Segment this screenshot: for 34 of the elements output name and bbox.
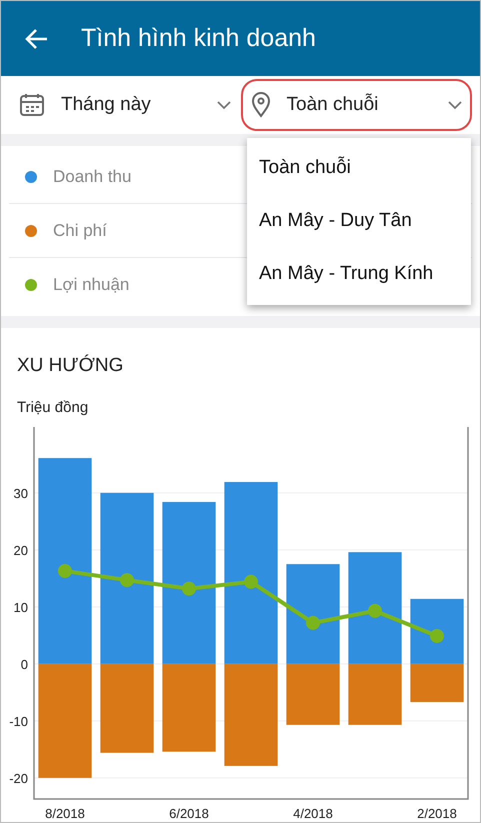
chevron-down-icon — [216, 100, 230, 110]
y-tick-label: 20 — [14, 542, 28, 558]
y-tick-label: 0 — [20, 656, 28, 672]
back-button[interactable] — [25, 28, 49, 50]
data-point — [182, 582, 196, 596]
calendar-icon — [19, 93, 45, 117]
data-point — [430, 628, 444, 643]
x-tick-label: 8/2018 — [45, 806, 85, 820]
menu-item[interactable]: Toàn chuỗi — [247, 142, 471, 195]
data-point — [244, 574, 258, 589]
data-point — [368, 604, 382, 618]
legend-label: Lợi nhuận — [53, 274, 130, 296]
axis-unit-label: Triệu đồng — [17, 398, 90, 418]
menu-item[interactable]: An Mây - Duy Tân — [247, 195, 471, 248]
chevron-down-icon — [448, 100, 462, 110]
location-selector[interactable]: Toàn chuỗi — [240, 79, 472, 131]
section-title: XU HƯỚNG — [17, 354, 124, 378]
page-title: Tình hình kinh doanh — [81, 22, 316, 54]
back-arrow-icon — [25, 28, 49, 50]
legend-label: Doanh thu — [53, 166, 132, 188]
data-point — [58, 564, 72, 578]
location-pin-icon — [250, 92, 270, 118]
x-tick-label: 4/2018 — [293, 806, 333, 820]
y-tick-label: 30 — [14, 486, 28, 501]
x-tick-label: 2/2018 — [417, 806, 457, 820]
y-tick-label: -10 — [9, 714, 28, 729]
period-selector[interactable]: Tháng này — [9, 79, 240, 131]
data-point — [120, 573, 134, 588]
menu-item[interactable]: An Mây - Trung Kính — [247, 248, 471, 301]
y-tick-label: -20 — [9, 770, 28, 786]
data-point — [306, 616, 320, 630]
y-tick-label: 10 — [14, 600, 28, 615]
legend-label: Chi phí — [53, 220, 107, 242]
x-tick-label: 6/2018 — [169, 806, 209, 820]
